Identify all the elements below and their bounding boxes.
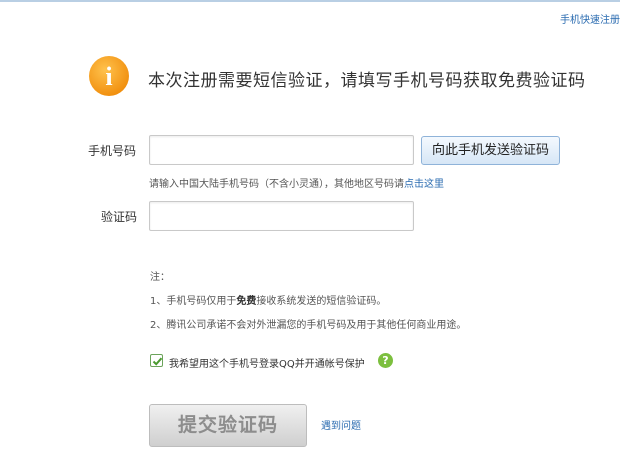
problem-link[interactable]: 遇到问题 (321, 417, 361, 432)
qq-login-checkbox-label[interactable]: 我希望用这个手机号登录QQ并开通帐号保护 (169, 355, 365, 370)
code-label: 验证码 (101, 210, 138, 224)
top-border (0, 0, 620, 2)
note-item-1: 1、手机号码仅用于免费接收系统发送的短信验证码。 (150, 296, 387, 307)
qq-login-checkbox[interactable] (150, 354, 163, 367)
submit-code-button[interactable]: 提交验证码 (149, 404, 307, 447)
checkmark-icon (152, 357, 163, 366)
info-icon-glyph: i (105, 62, 112, 91)
help-icon[interactable]: ? (378, 353, 393, 368)
phone-hint: 请输入中国大陆手机号码（不含小灵通），其他地区号码请点击这里 (149, 175, 444, 190)
phone-input[interactable] (149, 135, 414, 165)
note-item-2: 2、腾讯公司承诺不会对外泄漏您的手机号码及用于其他任何商业用途。 (150, 320, 467, 331)
code-input[interactable] (149, 201, 414, 231)
other-region-link[interactable]: 点击这里 (404, 179, 444, 190)
send-code-button[interactable]: 向此手机发送验证码 (421, 136, 560, 165)
note-item-1-bold: 免费 (236, 296, 257, 307)
mobile-quick-register-link[interactable]: 手机快速注册 (560, 11, 620, 26)
notes-title: 注： (150, 272, 170, 283)
phone-hint-text: 请输入中国大陆手机号码（不含小灵通），其他地区号码请 (149, 179, 404, 190)
info-icon: i (88, 55, 130, 97)
page-headline: 本次注册需要短信验证，请填写手机号码获取免费验证码 (148, 71, 586, 91)
phone-label: 手机号码 (88, 144, 137, 158)
notes: 注： 1、手机号码仅用于免费接收系统发送的短信验证码。 2、腾讯公司承诺不会对外… (150, 268, 467, 331)
